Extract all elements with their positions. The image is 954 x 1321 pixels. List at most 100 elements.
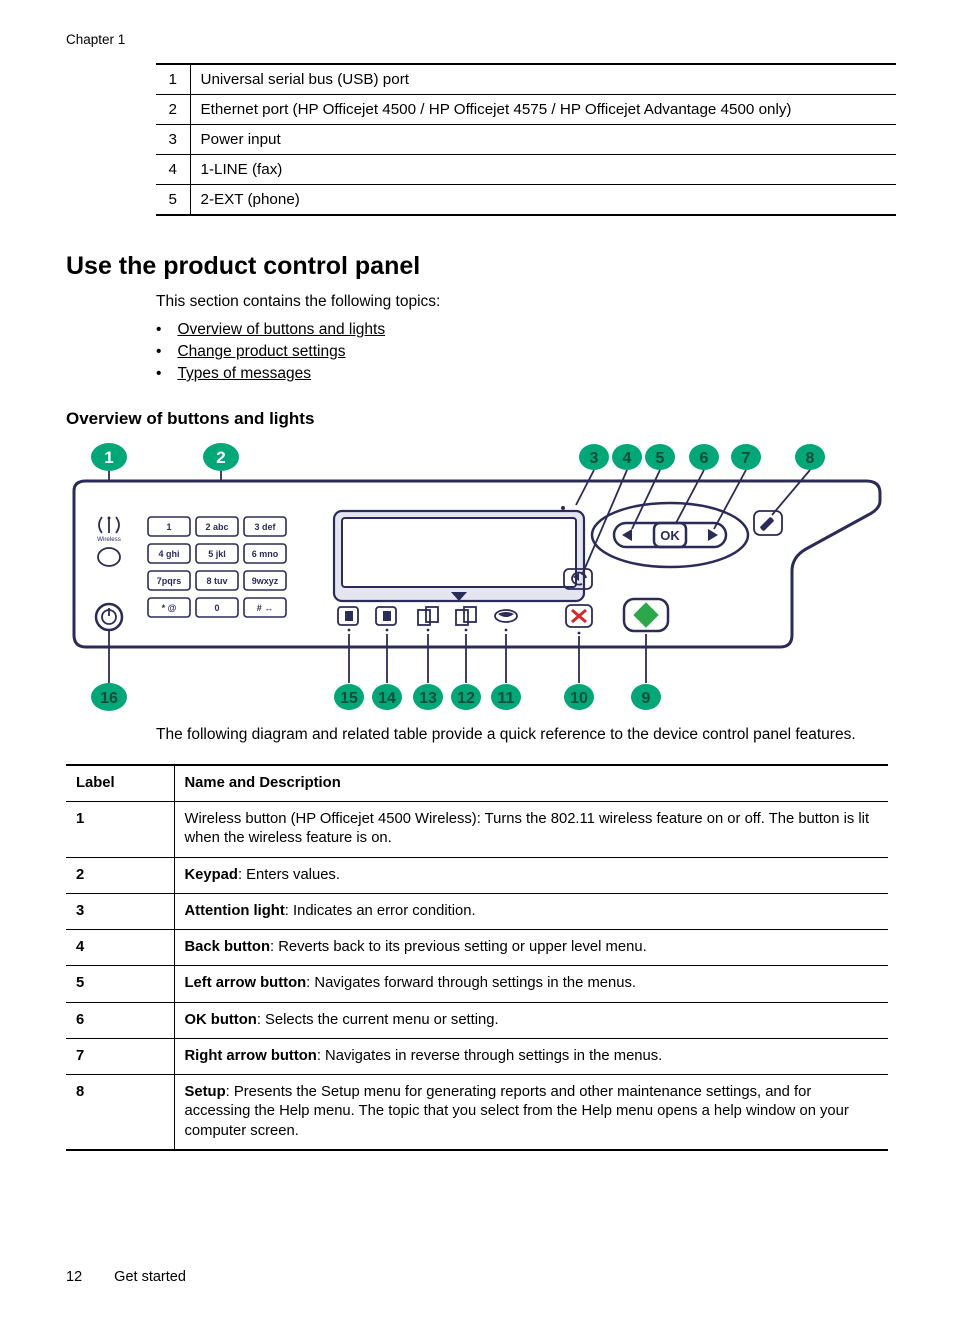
svg-text:4: 4 <box>623 450 632 467</box>
topic-list: • Overview of buttons and lights • Change p… <box>156 321 888 383</box>
table-row: 1Wireless button (HP Officejet 4500 Wire… <box>66 802 888 857</box>
port-desc: 1-LINE (fax) <box>190 155 896 185</box>
feature-label: 4 <box>66 930 174 966</box>
bullet: • <box>156 321 161 339</box>
features-header-label: Label <box>66 765 174 802</box>
svg-text:7: 7 <box>742 450 751 467</box>
feature-name: Left arrow button <box>185 975 307 991</box>
table-row: 6OK button: Selects the current menu or … <box>66 1002 888 1038</box>
callout-15: 15 <box>334 684 364 710</box>
page-number: 12 <box>66 1269 82 1285</box>
callout-12: 12 <box>451 684 481 710</box>
feature-desc: Wireless button (HP Officejet 4500 Wirel… <box>174 802 888 857</box>
table-row: 8Setup: Presents the Setup menu for gene… <box>66 1075 888 1150</box>
svg-text:1: 1 <box>104 448 113 467</box>
feature-desc: OK button: Selects the current menu or s… <box>174 1002 888 1038</box>
callout-11: 11 <box>491 684 521 710</box>
callout-5: 5 <box>645 444 675 470</box>
footer-title: Get started <box>114 1269 186 1285</box>
subheading: Overview of buttons and lights <box>66 409 888 429</box>
svg-text:10: 10 <box>570 690 588 707</box>
port-num: 2 <box>156 95 190 125</box>
list-item: • Change product settings <box>156 343 888 361</box>
section-intro: This section contains the following topi… <box>156 293 888 311</box>
callout-10: 10 <box>564 684 594 710</box>
keypad-key-label: 5 jkl <box>208 549 226 559</box>
svg-text:2: 2 <box>216 448 225 467</box>
svg-text:13: 13 <box>419 690 437 707</box>
bullet: • <box>156 343 161 361</box>
port-desc: Ethernet port (HP Officejet 4500 / HP Of… <box>190 95 896 125</box>
feature-label: 7 <box>66 1038 174 1074</box>
feature-label: 6 <box>66 1002 174 1038</box>
feature-text: : Navigates forward through settings in … <box>306 975 636 991</box>
port-desc: 2-EXT (phone) <box>190 185 896 216</box>
feature-label: 3 <box>66 893 174 929</box>
topic-link[interactable]: Overview of buttons and lights <box>177 321 385 339</box>
feature-name: Keypad <box>185 867 238 883</box>
list-item: • Types of messages <box>156 365 888 383</box>
feature-text: : Indicates an error condition. <box>285 903 476 919</box>
feature-text: : Navigates in reverse through settings … <box>317 1048 662 1064</box>
topic-link[interactable]: Change product settings <box>177 343 345 361</box>
display <box>334 506 584 601</box>
port-desc: Universal serial bus (USB) port <box>190 64 896 95</box>
keypad-key-label: # ↔ <box>257 603 274 613</box>
table-row: 5 Left arrow button: Navigates forward th… <box>66 966 888 1002</box>
feature-label: 5 <box>66 966 174 1002</box>
feature-name: Right arrow button <box>185 1048 317 1064</box>
feature-desc: Keypad: Enters values. <box>174 857 888 893</box>
topic-link[interactable]: Types of messages <box>177 365 311 383</box>
features-header-desc: Name and Description <box>174 765 888 802</box>
feature-label: 1 <box>66 802 174 857</box>
features-table: Label Name and Description 1Wireless but… <box>66 764 888 1151</box>
table-row: 4 Back button: Reverts back to its previo… <box>66 930 888 966</box>
feature-desc: Right arrow button: Navigates in reverse… <box>174 1038 888 1074</box>
keypad-key-label: * @ <box>162 603 177 613</box>
control-panel-diagram: 1 2 3 4 5 6 7 8 Wireless 12 abc3 def4 gh… <box>66 439 888 715</box>
table-row: 7Right arrow button: Navigates in revers… <box>66 1038 888 1074</box>
svg-text:11: 11 <box>498 690 515 707</box>
feature-text: : Reverts back to its previous setting o… <box>270 939 647 955</box>
keypad-key-label: 8 tuv <box>206 576 227 586</box>
callout-3: 3 <box>579 444 609 470</box>
feature-name: Setup <box>185 1084 226 1100</box>
feature-text: : Selects the current menu or setting. <box>257 1012 499 1028</box>
svg-text:14: 14 <box>378 690 396 707</box>
keypad-key-label: 6 mno <box>252 549 279 559</box>
keypad-key-label: 3 def <box>254 522 276 532</box>
section-heading: Use the product control panel <box>66 252 888 281</box>
ok-label: OK <box>660 528 680 543</box>
svg-text:8: 8 <box>806 450 815 467</box>
callout-7: 7 <box>731 444 761 470</box>
table-row: 2Keypad: Enters values. <box>66 857 888 893</box>
svg-text:12: 12 <box>457 690 475 707</box>
feature-label: 2 <box>66 857 174 893</box>
chapter-label: Chapter 1 <box>66 32 888 47</box>
feature-text: : Enters values. <box>238 867 340 883</box>
table-row: 2Ethernet port (HP Officejet 4500 / HP O… <box>156 95 896 125</box>
callout-9: 9 <box>631 684 661 710</box>
table-row: 3Attention light: Indicates an error con… <box>66 893 888 929</box>
table-row: 3Power input <box>156 125 896 155</box>
feature-name: Back button <box>185 939 271 955</box>
svg-text:3: 3 <box>590 450 599 467</box>
callout-1: 1 <box>91 443 127 471</box>
keypad-key-label: 4 ghi <box>158 549 179 559</box>
port-num: 1 <box>156 64 190 95</box>
feature-name: OK button <box>185 1012 257 1028</box>
feature-label: 8 <box>66 1075 174 1150</box>
keypad-key-label: 7pqrs <box>157 576 182 586</box>
keypad-key-label: 9wxyz <box>252 576 279 586</box>
callout-4: 4 <box>612 444 642 470</box>
svg-text:16: 16 <box>100 690 118 707</box>
callout-14: 14 <box>372 684 402 710</box>
svg-text:6: 6 <box>700 450 709 467</box>
feature-desc: Setup: Presents the Setup menu for gener… <box>174 1075 888 1150</box>
ports-table: 1Universal serial bus (USB) port2Etherne… <box>156 63 896 216</box>
bullet: • <box>156 365 161 383</box>
feature-text: : Presents the Setup menu for generating… <box>185 1084 849 1138</box>
callout-6: 6 <box>689 444 719 470</box>
svg-text:9: 9 <box>642 690 651 707</box>
keypad-key-label: 1 <box>166 522 171 532</box>
